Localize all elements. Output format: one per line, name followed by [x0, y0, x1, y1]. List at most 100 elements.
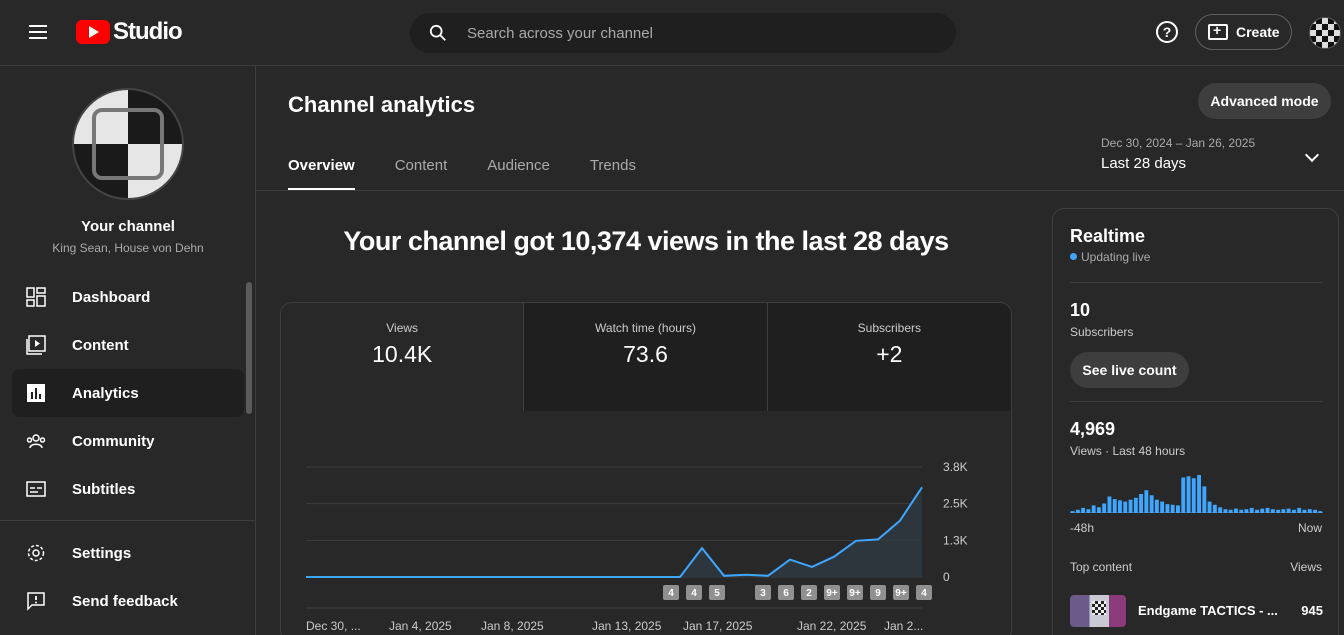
- menu-icon[interactable]: [24, 21, 52, 45]
- x-tick-label: Jan 2...: [884, 619, 923, 633]
- realtime-bar: [1255, 509, 1259, 513]
- realtime-bar: [1086, 509, 1091, 513]
- x-tick-label: Jan 13, 2025: [592, 619, 662, 633]
- sidebar-item-analytics[interactable]: Analytics: [12, 369, 244, 417]
- studio-logo[interactable]: Studio: [76, 18, 183, 46]
- sidebar-item-label: Dashboard: [72, 288, 151, 306]
- subtitles-icon: [26, 481, 46, 497]
- headline: Your channel got 10,374 views in the las…: [343, 226, 949, 256]
- tab-audience[interactable]: Audience: [487, 142, 550, 190]
- y-tick-label: 1.3K: [943, 533, 968, 547]
- realtime-bar: [1281, 509, 1286, 513]
- sidebar-item-label: Send feedback: [72, 592, 178, 610]
- realtime-status: Updating live: [1070, 250, 1150, 264]
- comment-badge-label: 9: [875, 588, 881, 599]
- realtime-bar: [1133, 497, 1138, 513]
- realtime-bar: [1307, 509, 1312, 513]
- comment-badge-label: 3: [760, 588, 766, 599]
- realtime-bar: [1292, 509, 1296, 513]
- realtime-bar: [1286, 508, 1291, 513]
- live-dot-icon: [1070, 253, 1077, 260]
- sidebar-item-label: Analytics: [72, 384, 139, 402]
- comment-badge-label: 9+: [826, 588, 838, 599]
- sidebar-item-settings[interactable]: Settings: [12, 529, 244, 577]
- video-thumbnail: [1070, 595, 1126, 627]
- create-video-icon: [1208, 22, 1228, 40]
- x-tick-label: Jan 8, 2025: [481, 619, 544, 633]
- metric-views[interactable]: Views 10.4K: [281, 303, 525, 411]
- metric-value: 10.4K: [372, 341, 433, 367]
- realtime-bar: [1149, 495, 1154, 513]
- sidebar-item-label: Community: [72, 432, 155, 450]
- sidebar-bottom-nav: Settings Send feedback: [12, 529, 244, 625]
- comment-badge-label: 4: [668, 588, 674, 599]
- see-live-count-button[interactable]: See live count: [1070, 352, 1189, 388]
- realtime-bar: [1202, 486, 1207, 513]
- help-icon[interactable]: ?: [1156, 21, 1178, 43]
- tab-content[interactable]: Content: [395, 142, 448, 190]
- realtime-bar: [1118, 500, 1122, 513]
- realtime-bar: [1139, 494, 1143, 513]
- realtime-title: Realtime: [1070, 226, 1146, 246]
- realtime-bar: [1165, 504, 1170, 513]
- comment-badge-label: 4: [921, 588, 927, 599]
- realtime-bar-chart: [1070, 475, 1323, 513]
- youtube-logo-icon: [76, 20, 110, 44]
- realtime-bar: [1091, 505, 1096, 513]
- analytics-icon: [27, 384, 45, 402]
- advanced-mode-button[interactable]: Advanced mode: [1198, 83, 1331, 119]
- sidebar-item-dashboard[interactable]: Dashboard: [12, 273, 244, 321]
- header-divider: [256, 190, 1344, 191]
- realtime-bar: [1297, 507, 1302, 513]
- metric-watch-time[interactable]: Watch time (hours) 73.6: [524, 303, 768, 411]
- y-tick-label: 0: [943, 570, 950, 584]
- sidebar-scrollbar[interactable]: [246, 282, 252, 414]
- search-input[interactable]: [467, 14, 927, 52]
- realtime-bar: [1144, 490, 1149, 513]
- channel-title: Your channel: [81, 218, 175, 235]
- realtime-bar: [1276, 509, 1281, 513]
- tab-overview[interactable]: Overview: [288, 142, 355, 190]
- create-button[interactable]: Create: [1195, 14, 1292, 50]
- realtime-status-text: Updating live: [1081, 250, 1151, 264]
- sidebar-item-label: Settings: [72, 544, 132, 562]
- top-content-item[interactable]: Endgame TACTICS - ... 945: [1070, 595, 1323, 627]
- x-tick-label: Jan 4, 2025: [389, 619, 452, 633]
- date-range-picker[interactable]: Dec 30, 2024 – Jan 26, 2025 Last 28 days: [1101, 136, 1331, 178]
- metric-label: Views: [386, 321, 419, 335]
- realtime-bar: [1313, 509, 1317, 513]
- sidebar-item-feedback[interactable]: Send feedback: [12, 577, 244, 625]
- metric-subscribers[interactable]: Subscribers +2: [767, 303, 1011, 411]
- overview-card: Views 10.4K Watch time (hours) 73.6 Subs…: [280, 302, 1012, 635]
- realtime-axis-end: Now: [1297, 521, 1322, 535]
- sidebar-item-subtitles[interactable]: Subtitles: [12, 465, 244, 513]
- realtime-bar: [1176, 505, 1180, 513]
- metric-label: Subscribers: [857, 321, 921, 335]
- channel-avatar[interactable]: [72, 88, 184, 200]
- realtime-bar: [1260, 508, 1265, 513]
- realtime-bar: [1223, 509, 1228, 513]
- realtime-views-value: 4,969: [1070, 419, 1116, 439]
- sidebar-item-community[interactable]: Community: [12, 417, 244, 465]
- realtime-bar: [1181, 477, 1186, 513]
- search-bar[interactable]: [410, 13, 956, 53]
- y-tick-label: 2.5K: [943, 497, 968, 511]
- account-avatar[interactable]: [1309, 17, 1341, 49]
- realtime-divider: [1070, 401, 1323, 402]
- tab-trends[interactable]: Trends: [590, 142, 636, 190]
- realtime-bar: [1239, 509, 1244, 513]
- realtime-axis-start: -48h: [1070, 521, 1095, 535]
- realtime-bar: [1265, 507, 1270, 513]
- sidebar: Your channel King Sean, House von Dehn D…: [0, 66, 256, 635]
- content-icon: [26, 335, 46, 355]
- sidebar-item-content[interactable]: Content: [12, 321, 244, 369]
- realtime-bar: [1128, 499, 1133, 513]
- x-tick-label: Jan 17, 2025: [683, 619, 753, 633]
- realtime-bar: [1318, 511, 1323, 513]
- top-content-label: Top content: [1070, 560, 1133, 574]
- realtime-bar: [1070, 511, 1075, 513]
- realtime-bar: [1107, 496, 1112, 513]
- realtime-bar: [1191, 478, 1196, 513]
- realtime-bar: [1160, 501, 1165, 513]
- views-chart: 3.8K 2.5K 1.3K 0 4 4 5 3 6 2 9+ 9+ 9 9+ 4 Dec 30, ... Ja…: [281, 411, 1011, 635]
